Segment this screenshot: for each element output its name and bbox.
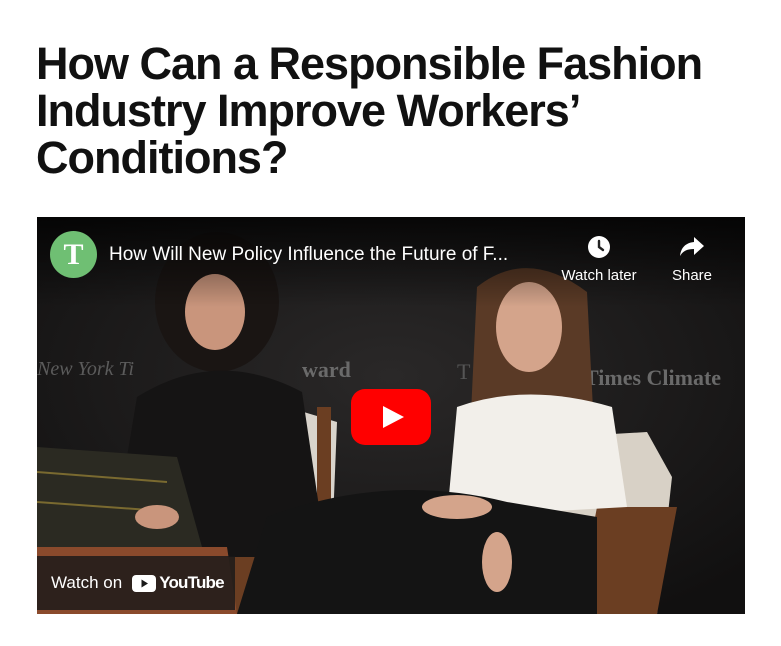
youtube-embed[interactable]: New York Ti ward T Times Climate T How W… (37, 217, 745, 614)
backdrop-text-right-initial: T (457, 359, 471, 384)
play-icon (351, 389, 431, 445)
channel-logo[interactable]: T (50, 231, 97, 278)
watch-later-button[interactable]: Watch later (554, 233, 644, 284)
article-headline: How Can a Responsible Fashion Industry I… (36, 38, 703, 183)
share-arrow-icon (646, 233, 738, 261)
video-title-link[interactable]: How Will New Policy Influence the Future… (109, 244, 549, 266)
youtube-wordmark: YouTube (159, 573, 224, 592)
watch-on-youtube-button[interactable]: Watch on YouTube (37, 556, 235, 610)
play-button[interactable] (351, 389, 431, 445)
watch-later-label: Watch later (561, 267, 637, 284)
backdrop-text-left: New York Ti (37, 358, 134, 380)
share-button[interactable]: Share (646, 233, 738, 284)
channel-logo-letter: T (63, 237, 84, 271)
clock-icon (554, 233, 644, 261)
backdrop-text-right: Times Climate (584, 365, 721, 390)
backdrop-text-mid: ward (302, 357, 351, 382)
youtube-logo: YouTube (132, 573, 225, 593)
youtube-logo-icon (132, 574, 157, 592)
share-label: Share (671, 267, 713, 284)
watch-on-label: Watch on (51, 573, 123, 592)
